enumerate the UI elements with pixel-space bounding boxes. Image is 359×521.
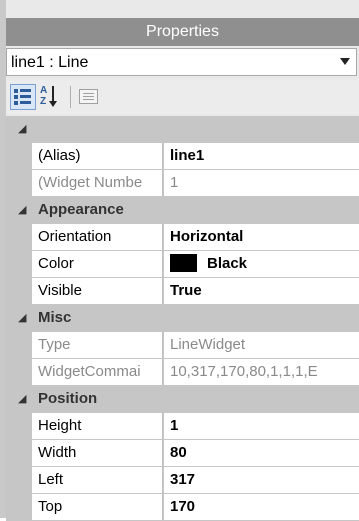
sort-az-icon[interactable]: A Z bbox=[38, 84, 64, 110]
property-name: Visible bbox=[32, 278, 163, 304]
property-row-type[interactable]: Type LineWidget bbox=[6, 332, 359, 359]
property-value-color[interactable]: Black bbox=[164, 251, 359, 277]
panel-title-bar: Properties bbox=[6, 18, 359, 46]
dropdown-arrow-icon[interactable] bbox=[340, 58, 350, 65]
property-name: Height bbox=[32, 413, 163, 439]
property-value: LineWidget bbox=[164, 332, 359, 358]
pages-line bbox=[83, 93, 94, 94]
categorized-view-icon[interactable] bbox=[10, 84, 36, 110]
property-row-left[interactable]: Left 317 bbox=[6, 467, 359, 494]
pages-frame bbox=[79, 89, 98, 104]
property-row-alias[interactable]: (Alias) line1 bbox=[6, 143, 359, 170]
properties-toolbar: A Z bbox=[6, 80, 359, 114]
property-value[interactable]: 170 bbox=[164, 494, 359, 520]
collapse-triangle-icon[interactable]: ◢ bbox=[18, 203, 26, 216]
property-row-top[interactable]: Top 170 bbox=[6, 494, 359, 521]
property-row-orientation[interactable]: Orientation Horizontal bbox=[6, 224, 359, 251]
property-name: WidgetCommai bbox=[32, 359, 163, 385]
property-value[interactable]: 317 bbox=[164, 467, 359, 493]
category-row-position[interactable]: ◢ Position bbox=[6, 386, 359, 413]
property-name: Orientation bbox=[32, 224, 163, 250]
sort-a-glyph: A bbox=[40, 85, 48, 96]
color-swatch bbox=[170, 253, 197, 272]
panel-title: Properties bbox=[146, 23, 219, 40]
list-line bbox=[20, 89, 31, 92]
toolbar-separator bbox=[70, 86, 71, 108]
property-row-widget-number[interactable]: (Widget Numbe 1 bbox=[6, 170, 359, 197]
property-name: Type bbox=[32, 332, 163, 358]
property-name: Color bbox=[32, 251, 163, 277]
property-value[interactable]: True bbox=[164, 278, 359, 304]
category-name: Misc bbox=[38, 309, 72, 326]
list-line bbox=[20, 101, 31, 104]
sort-arrow-head bbox=[49, 101, 57, 107]
pages-line bbox=[83, 99, 94, 100]
property-name: Top bbox=[32, 494, 163, 520]
property-value[interactable]: 80 bbox=[164, 440, 359, 466]
properties-panel: Properties line1 : Line A Z ◢ (Alias) li… bbox=[0, 0, 359, 521]
property-value[interactable]: 1 bbox=[164, 413, 359, 439]
property-value[interactable]: Horizontal bbox=[164, 224, 359, 250]
color-value-text: Black bbox=[207, 255, 248, 272]
list-line bbox=[20, 95, 31, 98]
pages-line bbox=[83, 96, 94, 97]
property-pages-icon[interactable] bbox=[76, 84, 102, 110]
list-bullet bbox=[14, 95, 18, 99]
property-row-height[interactable]: Height 1 bbox=[6, 413, 359, 440]
sort-z-glyph: Z bbox=[40, 96, 47, 107]
category-name: Appearance bbox=[38, 201, 124, 218]
property-name: Left bbox=[32, 467, 163, 493]
list-bullet bbox=[14, 89, 18, 93]
property-value: 1 bbox=[164, 170, 359, 196]
list-bullet bbox=[14, 101, 18, 105]
object-selector-value: line1 : Line bbox=[11, 54, 89, 71]
property-row-width[interactable]: Width 80 bbox=[6, 440, 359, 467]
collapse-triangle-icon[interactable]: ◢ bbox=[18, 122, 26, 135]
property-name: (Alias) bbox=[32, 143, 163, 169]
property-name: Width bbox=[32, 440, 163, 466]
property-row-color[interactable]: Color Black bbox=[6, 251, 359, 278]
category-row-misc[interactable]: ◢ Misc bbox=[6, 305, 359, 332]
property-value[interactable]: line1 bbox=[164, 143, 359, 169]
property-value: 10,317,170,80,1,1,1,E bbox=[164, 359, 359, 385]
category-row-uncategorized[interactable]: ◢ bbox=[6, 116, 359, 143]
property-grid: ◢ (Alias) line1 (Widget Numbe 1 ◢ Appear… bbox=[6, 116, 359, 521]
object-selector-dropdown[interactable]: line1 : Line bbox=[6, 48, 357, 76]
property-row-visible[interactable]: Visible True bbox=[6, 278, 359, 305]
property-name: (Widget Numbe bbox=[32, 170, 163, 196]
property-row-widget-command[interactable]: WidgetCommai 10,317,170,80,1,1,1,E bbox=[6, 359, 359, 386]
category-name: Position bbox=[38, 390, 98, 407]
collapse-triangle-icon[interactable]: ◢ bbox=[18, 311, 26, 324]
category-row-appearance[interactable]: ◢ Appearance bbox=[6, 197, 359, 224]
collapse-triangle-icon[interactable]: ◢ bbox=[18, 392, 26, 405]
